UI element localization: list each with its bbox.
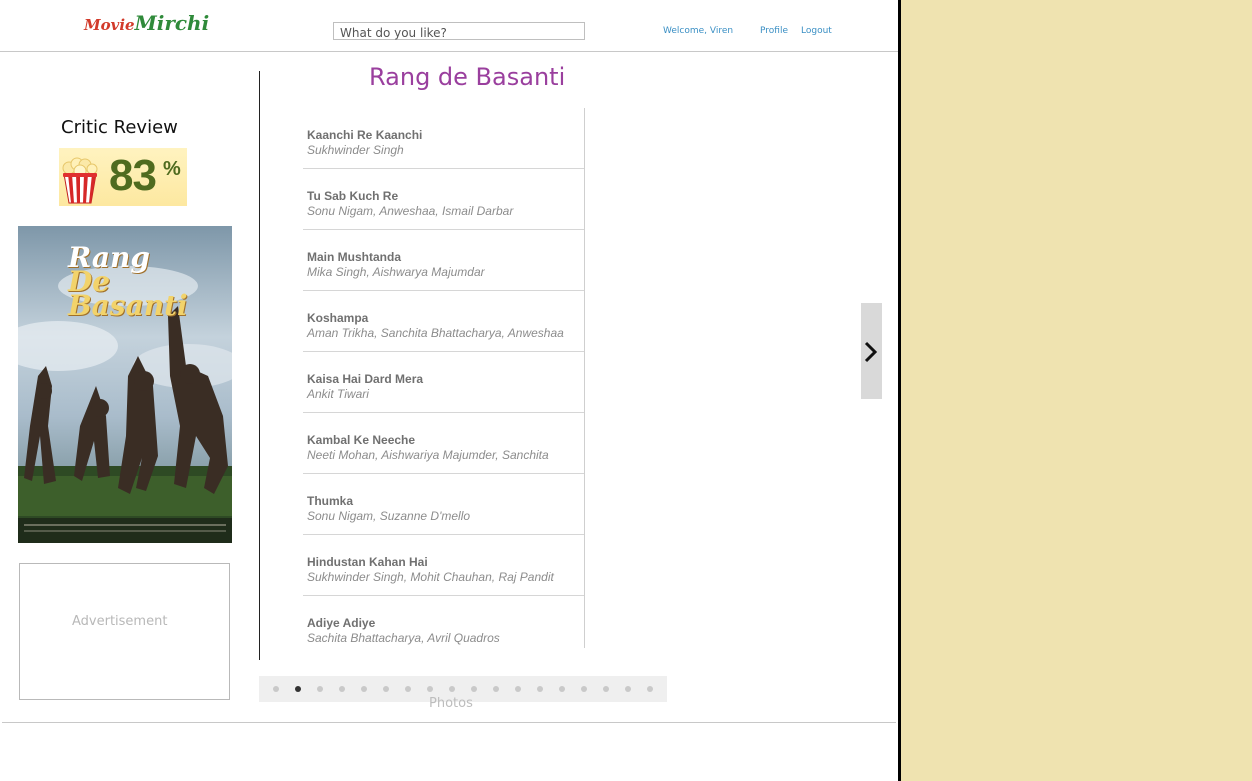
song-artists: Aman Trikha, Sanchita Bhattacharya, Anwe… (307, 326, 564, 340)
movie-title: Rang de Basanti (369, 63, 566, 91)
search-input[interactable]: What do you like? (333, 22, 585, 40)
pager-dot[interactable] (427, 686, 433, 692)
advertisement-box[interactable]: Advertisement (19, 563, 230, 700)
critic-score-unit: % (163, 158, 181, 180)
profile-link[interactable]: Profile (760, 26, 788, 36)
pager-dot[interactable] (603, 686, 609, 692)
welcome-link[interactable]: Welcome, Viren (663, 26, 733, 36)
song-title: Main Mushtanda (307, 250, 402, 264)
popcorn-icon (62, 157, 98, 204)
song-item[interactable]: Kaanchi Re Kaanchi Sukhwinder Singh (303, 108, 584, 169)
song-title: Koshampa (307, 311, 369, 325)
pager-dot[interactable] (515, 686, 521, 692)
pager-dot[interactable] (647, 686, 653, 692)
pager-dot[interactable] (339, 686, 345, 692)
pager-dot[interactable] (317, 686, 323, 692)
song-list: Kaanchi Re Kaanchi Sukhwinder Singh Tu S… (303, 108, 585, 648)
song-title: Kaisa Hai Dard Mera (307, 372, 424, 386)
column-divider (259, 71, 260, 660)
pager-dot[interactable] (273, 686, 279, 692)
song-item[interactable]: Kambal Ke Neeche Neeti Mohan, Aishwariya… (303, 413, 584, 474)
pager-dot[interactable] (581, 686, 587, 692)
next-button[interactable] (861, 303, 882, 399)
photos-label: Photos (429, 696, 473, 711)
pager-dot[interactable] (625, 686, 631, 692)
song-title: Tu Sab Kuch Re (307, 189, 399, 203)
song-item[interactable]: Hindustan Kahan Hai Sukhwinder Singh, Mo… (303, 535, 584, 596)
song-artists: Sukhwinder Singh, Mohit Chauhan, Raj Pan… (307, 570, 554, 584)
header-divider (0, 51, 898, 52)
song-title: Kaanchi Re Kaanchi (307, 128, 423, 142)
song-title: Adiye Adiye (307, 616, 376, 630)
chevron-right-icon (864, 341, 878, 363)
pager-dot[interactable] (405, 686, 411, 692)
song-item[interactable]: Kaisa Hai Dard Mera Ankit Tiwari (303, 352, 584, 413)
critic-review-title: Critic Review (61, 117, 178, 138)
song-title: Thumka (307, 494, 354, 508)
pager-dot[interactable] (471, 686, 477, 692)
song-artists: Sachita Bhattacharya, Avril Quadros (307, 631, 500, 645)
song-item[interactable]: Tu Sab Kuch Re Sonu Nigam, Anweshaa, Ism… (303, 169, 584, 230)
critic-score-badge: 83 % (59, 148, 187, 206)
footer-divider (2, 722, 896, 723)
song-artists: Ankit Tiwari (307, 387, 369, 401)
logo-word-mirchi: Mirchi (134, 11, 210, 35)
poster-title: Rang De Basanti (68, 244, 232, 322)
pager-dot[interactable] (449, 686, 455, 692)
main-page: MovieMirchi What do you like? Welcome, V… (0, 0, 898, 781)
song-title: Hindustan Kahan Hai (307, 555, 428, 569)
pager-dot[interactable] (537, 686, 543, 692)
song-artists: Neeti Mohan, Aishwariya Majumder, Sanchi… (307, 448, 549, 462)
song-item[interactable]: Adiye Adiye Sachita Bhattacharya, Avril … (303, 596, 584, 657)
song-title: Kambal Ke Neeche (307, 433, 416, 447)
song-artists: Sonu Nigam, Anweshaa, Ismail Darbar (307, 204, 514, 218)
advertisement-label: Advertisement (72, 614, 168, 629)
song-artists: Mika Singh, Aishwarya Majumdar (307, 265, 485, 279)
poster-title-line2: De Basanti (68, 265, 188, 322)
song-artists: Sukhwinder Singh (307, 143, 404, 157)
movie-poster[interactable]: Rang De Basanti (18, 226, 232, 543)
side-panel (898, 0, 1252, 781)
logo-word-movie: Movie (84, 16, 135, 34)
pager-dot[interactable] (361, 686, 367, 692)
logout-link[interactable]: Logout (801, 26, 832, 36)
pager-dot[interactable] (383, 686, 389, 692)
song-item[interactable]: Thumka Sonu Nigam, Suzanne D'mello (303, 474, 584, 535)
song-artists: Sonu Nigam, Suzanne D'mello (307, 509, 471, 523)
site-logo[interactable]: MovieMirchi (84, 11, 209, 35)
pager-dot[interactable] (493, 686, 499, 692)
song-item[interactable]: Koshampa Aman Trikha, Sanchita Bhattacha… (303, 291, 584, 352)
pager-dot[interactable] (295, 686, 301, 692)
pager-dot[interactable] (559, 686, 565, 692)
song-item[interactable]: Main Mushtanda Mika Singh, Aishwarya Maj… (303, 230, 584, 291)
critic-score-value: 83 (109, 151, 157, 200)
